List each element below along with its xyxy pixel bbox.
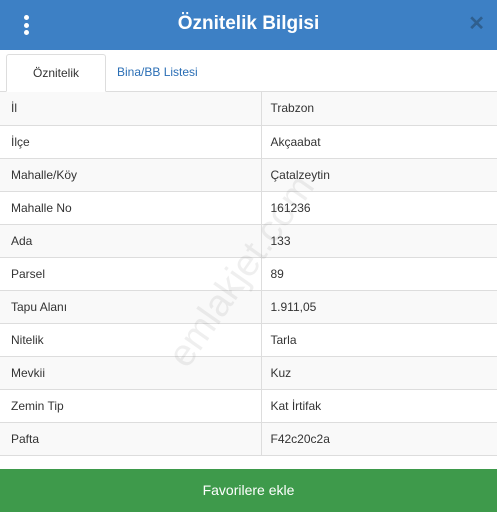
row-value: 89 — [260, 257, 497, 291]
table-row: Nitelik Tarla — [0, 323, 497, 357]
row-value: Kuz — [260, 356, 497, 390]
table-row: Pafta F42c20c2a — [0, 422, 497, 456]
table-row: Zemin Tip Kat İrtifak — [0, 389, 497, 423]
attribute-table: İl Trabzon İlçe Akçaabat Mahalle/Köy Çat… — [0, 92, 497, 456]
table-row: Mahalle No 161236 — [0, 191, 497, 225]
row-value: 133 — [260, 224, 497, 258]
row-value: Çatalzeytin — [260, 158, 497, 192]
table-row: İlçe Akçaabat — [0, 125, 497, 159]
row-label: Zemin Tip — [0, 389, 261, 423]
close-icon[interactable]: ✕ — [468, 14, 485, 34]
table-row: Mevkii Kuz — [0, 356, 497, 390]
row-label: Nitelik — [0, 323, 261, 357]
header-bar: Öznitelik Bilgisi ✕ — [0, 0, 497, 50]
tab-bina-bb-listesi[interactable]: Bina/BB Listesi — [107, 54, 208, 92]
row-label: Pafta — [0, 422, 261, 456]
tab-bar: Öznitelik Bilgisi Bina/BB Listesi — [0, 50, 497, 116]
row-label: Mevkii — [0, 356, 261, 390]
table-row: Mahalle/Köy Çatalzeytin — [0, 158, 497, 192]
table-row: Parsel 89 — [0, 257, 497, 291]
row-value: Akçaabat — [260, 125, 497, 159]
row-value: 1.911,05 — [260, 290, 497, 324]
row-label: Tapu Alanı — [0, 290, 261, 324]
table-row: Tapu Alanı 1.911,05 — [0, 290, 497, 324]
page-title: Öznitelik Bilgisi — [177, 13, 320, 34]
row-label: Ada — [0, 224, 261, 258]
row-value: Tarla — [260, 323, 497, 357]
row-value: 161236 — [260, 191, 497, 225]
table-row: İl Trabzon — [0, 92, 497, 126]
row-value: Trabzon — [260, 92, 497, 126]
row-label: Mahalle No — [0, 191, 261, 225]
row-value: F42c20c2a — [260, 422, 497, 456]
row-label: İl — [0, 92, 261, 126]
table-row: Ada 133 — [0, 224, 497, 258]
row-label: İlçe — [0, 125, 261, 159]
row-label: Mahalle/Köy — [0, 158, 261, 192]
tab-oznitelik-bilgisi[interactable]: Öznitelik Bilgisi — [6, 54, 106, 116]
add-to-favorites-button[interactable]: Favorilere ekle — [0, 469, 497, 512]
row-label: Parsel — [0, 257, 261, 291]
row-value: Kat İrtifak — [260, 389, 497, 423]
